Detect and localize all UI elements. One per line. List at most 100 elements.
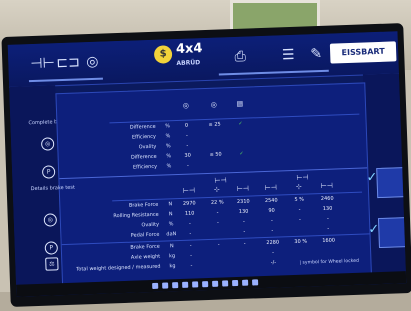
row-unit: kg xyxy=(169,253,176,260)
right-wheel-icon: ⊢⊣ xyxy=(320,181,334,191)
vehicle-thumbnail-2[interactable] xyxy=(377,217,407,249)
service-brake-icon: ◎ xyxy=(210,100,218,109)
axle-load-icon[interactable]: ⊏⊐ xyxy=(56,53,80,74)
value-cell: - xyxy=(327,225,330,232)
row-unit: % xyxy=(165,123,171,130)
row-unit: N xyxy=(168,201,173,208)
value-cell: - xyxy=(271,227,274,234)
value-cell: 22 % xyxy=(210,199,224,206)
start-icon[interactable] xyxy=(152,282,159,289)
value-cell: ≤ 25 xyxy=(208,121,221,128)
task-view-icon[interactable] xyxy=(172,282,179,289)
row-unit: N xyxy=(169,243,174,250)
value-cell: - xyxy=(298,216,301,223)
row-unit: % xyxy=(166,163,172,170)
row-unit: % xyxy=(168,221,174,228)
value-cell: - xyxy=(217,219,220,226)
row-label: Axle weight xyxy=(130,253,161,261)
value-cell: 110 xyxy=(184,210,195,217)
value-cell: - xyxy=(272,249,275,256)
app-icon[interactable] xyxy=(212,280,219,287)
results-panel: ◎ ◎ ▤ Difference % 0 ≤ 25 ✓ Efficiency %… xyxy=(55,82,372,286)
difference-icon: ⊹ xyxy=(213,185,220,194)
value-cell: 2460 xyxy=(320,195,334,203)
row-label: Ovality xyxy=(138,143,157,151)
value-cell: 2540 xyxy=(264,197,278,204)
app-icon[interactable] xyxy=(222,280,229,287)
row-unit: % xyxy=(166,153,172,160)
printer-icon[interactable]: ⎙ xyxy=(230,46,251,67)
value-cell: 30 % xyxy=(294,238,308,245)
value-cell: - xyxy=(189,230,192,237)
row-label: Ovality xyxy=(141,221,160,229)
value-cell: 130 xyxy=(322,205,333,212)
value-cell: - xyxy=(189,220,192,227)
value-cell: 2970 xyxy=(182,200,196,207)
app-icon[interactable] xyxy=(232,279,239,287)
wheel-check-icon[interactable]: ◎ xyxy=(82,52,103,73)
brand-logo: EISSBART xyxy=(329,41,397,64)
value-cell: ≤ 50 xyxy=(209,151,222,158)
value-cell: 5 % xyxy=(294,196,305,203)
row-unit: daN xyxy=(166,231,177,238)
value-cell: - xyxy=(185,132,188,139)
row-label: Difference xyxy=(129,123,156,131)
right-wheel-icon: ⊢⊣ xyxy=(236,184,250,193)
value-cell: 0 xyxy=(184,122,189,129)
row-label: Efficiency xyxy=(132,163,158,171)
mode-4x4-button[interactable]: 4x4 ABRÜD xyxy=(176,41,203,71)
weight-icon: ⚖ xyxy=(45,257,59,271)
vehicle-thumbnail-1[interactable] xyxy=(376,167,406,199)
difference-icon: ⊹ xyxy=(295,182,302,191)
brake-tester-icon[interactable]: ⊣⊢ xyxy=(30,53,55,74)
value-cell: - xyxy=(243,240,246,247)
app-icon[interactable] xyxy=(202,281,209,288)
left-wheel-icon: ⊢⊣ xyxy=(182,186,196,195)
monitor-bezel: ⊣⊢ ⊏⊐ ◎ $ 4x4ABRÜD ⎙ ☰ ✎ ▢ EISSBART ✓ ✓ … xyxy=(1,23,411,307)
value-cell: 2280 xyxy=(266,239,280,246)
report-icon[interactable]: ☰ xyxy=(278,45,299,66)
left-wheel-icon: ⊢⊣ xyxy=(264,183,278,192)
row-label: Efficiency xyxy=(131,133,157,141)
row-unit: N xyxy=(168,211,173,218)
app-icon[interactable] xyxy=(242,279,249,286)
document-icon: ▤ xyxy=(236,99,244,108)
value-cell: 2310 xyxy=(236,198,250,205)
search-icon[interactable] xyxy=(162,282,169,289)
app-icon[interactable] xyxy=(252,279,259,286)
row-unit: % xyxy=(165,133,171,140)
coin-icon[interactable]: $ xyxy=(153,45,173,64)
ok-status: ✓ xyxy=(239,150,244,157)
row-label: Rolling Resistance xyxy=(113,211,159,220)
value-cell: - xyxy=(270,217,273,224)
value-cell: - xyxy=(189,242,192,249)
row-label: Difference xyxy=(130,153,157,161)
ok-status: ✓ xyxy=(238,120,243,127)
value-cell: 1600 xyxy=(322,237,336,245)
toolbar-underline-left xyxy=(28,77,103,83)
browser-icon[interactable] xyxy=(192,281,199,288)
toolbar-underline-right xyxy=(218,69,329,76)
row-label: Pedal Force xyxy=(130,231,160,239)
value-cell: - xyxy=(187,162,190,169)
value-cell: - xyxy=(326,215,329,222)
value-cell: - xyxy=(186,142,189,149)
value-cell: 30 xyxy=(184,152,191,159)
row-label: Total weight designed / measured xyxy=(76,263,161,273)
edit-icon[interactable]: ✎ xyxy=(306,44,327,65)
axle-icon: ⊢⊣ xyxy=(214,176,227,185)
row-unit: % xyxy=(165,143,171,150)
value-cell: - xyxy=(298,206,301,213)
top-toolbar: ⊣⊢ ⊏⊐ ◎ $ 4x4ABRÜD ⎙ ☰ ✎ ▢ EISSBART xyxy=(7,31,399,88)
row-unit: kg xyxy=(169,263,176,270)
value-cell: - xyxy=(217,241,220,248)
value-cell: - xyxy=(243,228,246,235)
row-label: Brake Force xyxy=(128,201,159,209)
axle-icon: ⊢⊣ xyxy=(296,173,309,182)
value-cell: 130 xyxy=(238,208,249,215)
explorer-icon[interactable] xyxy=(182,281,189,288)
value-cell: - xyxy=(216,209,219,216)
value-cell: -/- xyxy=(270,259,277,266)
value-cell: - xyxy=(190,252,193,259)
value-cell: - xyxy=(242,218,246,225)
